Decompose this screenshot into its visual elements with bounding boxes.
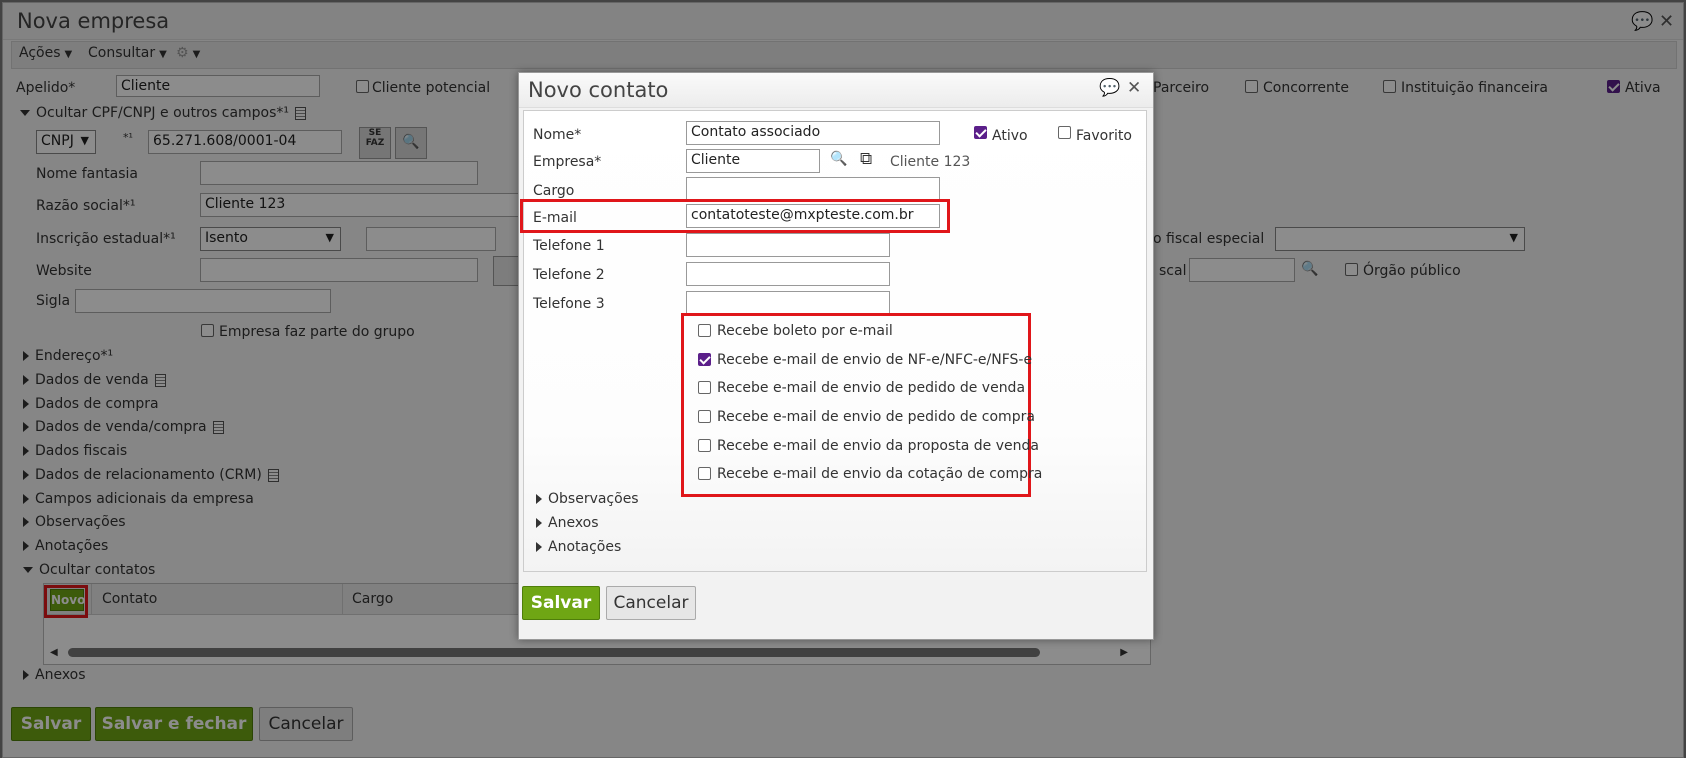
nfe-checkbox[interactable] [698, 353, 711, 366]
boleto-checkbox[interactable] [698, 324, 711, 337]
empresa-label: Empresa* [533, 154, 602, 170]
expand-icon [536, 542, 542, 552]
favorito-label: Favorito [1076, 128, 1132, 144]
telefone3-label: Telefone 3 [533, 296, 605, 312]
novo-contato-dialog: Novo contato 💬 ✕ Nome* Contato associado… [518, 72, 1154, 640]
telefone3-input[interactable] [686, 291, 890, 315]
empresa-input[interactable]: Cliente [686, 149, 820, 173]
telefone1-input[interactable] [686, 233, 890, 257]
checkbox-row-pedido-venda[interactable]: Recebe e-mail de envio de pedido de vend… [698, 380, 1025, 396]
external-link-icon[interactable]: ⧉ [860, 149, 872, 169]
section-observacoes[interactable]: Observações [536, 491, 639, 507]
empresa-link[interactable]: Cliente 123 [890, 154, 970, 170]
checkbox-row-pedido-compra[interactable]: Recebe e-mail de envio de pedido de comp… [698, 409, 1035, 425]
nome-input[interactable]: Contato associado [686, 121, 940, 145]
telefone2-input[interactable] [686, 262, 890, 286]
comment-icon[interactable]: 💬 [1099, 78, 1120, 98]
section-label: Observações [548, 491, 639, 507]
checkbox-label: Recebe e-mail de envio de pedido de comp… [717, 409, 1035, 425]
checkbox-label: Recebe e-mail de envio da proposta de ve… [717, 438, 1039, 454]
telefone1-label: Telefone 1 [533, 238, 605, 254]
dialog-cancelar-button[interactable]: Cancelar [606, 586, 696, 620]
pedido-compra-checkbox[interactable] [698, 410, 711, 423]
cotacao-compra-checkbox[interactable] [698, 467, 711, 480]
checkbox-label: Recebe e-mail de envio de pedido de vend… [717, 380, 1026, 396]
dialog-salvar-button[interactable]: Salvar [522, 586, 600, 620]
dialog-titlebar: Novo contato 💬 ✕ [519, 73, 1153, 108]
checkbox-row-boleto[interactable]: Recebe boleto por e-mail [698, 323, 893, 339]
pedido-venda-checkbox[interactable] [698, 381, 711, 394]
email-label: E-mail [533, 210, 577, 226]
telefone2-label: Telefone 2 [533, 267, 605, 283]
dialog-body: Nome* Contato associado Ativo Favorito E… [520, 110, 1147, 572]
checkbox-label: Recebe boleto por e-mail [717, 323, 893, 339]
cargo-label: Cargo [533, 183, 575, 199]
section-anexos[interactable]: Anexos [536, 515, 599, 531]
ativo-checkbox[interactable] [974, 126, 987, 139]
checkbox-row-proposta-venda[interactable]: Recebe e-mail de envio da proposta de ve… [698, 438, 1039, 454]
email-input[interactable]: contatoteste@mxpteste.com.br [686, 204, 940, 228]
dialog-title: Novo contato [528, 78, 669, 102]
checkbox-row-nfe[interactable]: Recebe e-mail de envio de NF-e/NFC-e/NFS… [698, 352, 1032, 368]
checkbox-label: Recebe e-mail de envio da cotação de com… [717, 466, 1043, 482]
expand-icon [536, 494, 542, 504]
favorito-checkbox[interactable] [1058, 126, 1071, 139]
expand-icon [536, 518, 542, 528]
nome-label: Nome* [533, 127, 582, 143]
proposta-venda-checkbox[interactable] [698, 439, 711, 452]
section-label: Anotações [548, 539, 622, 555]
ativo-label: Ativo [992, 128, 1028, 144]
close-icon[interactable]: ✕ [1127, 78, 1141, 98]
section-anotacoes[interactable]: Anotações [536, 539, 621, 555]
section-label: Anexos [548, 515, 599, 531]
cargo-input[interactable] [686, 177, 940, 201]
checkbox-row-cotacao-compra[interactable]: Recebe e-mail de envio da cotação de com… [698, 466, 1042, 482]
checkbox-label: Recebe e-mail de envio de NF-e/NFC-e/NFS… [717, 352, 1033, 368]
search-icon[interactable]: 🔍 [830, 151, 847, 167]
